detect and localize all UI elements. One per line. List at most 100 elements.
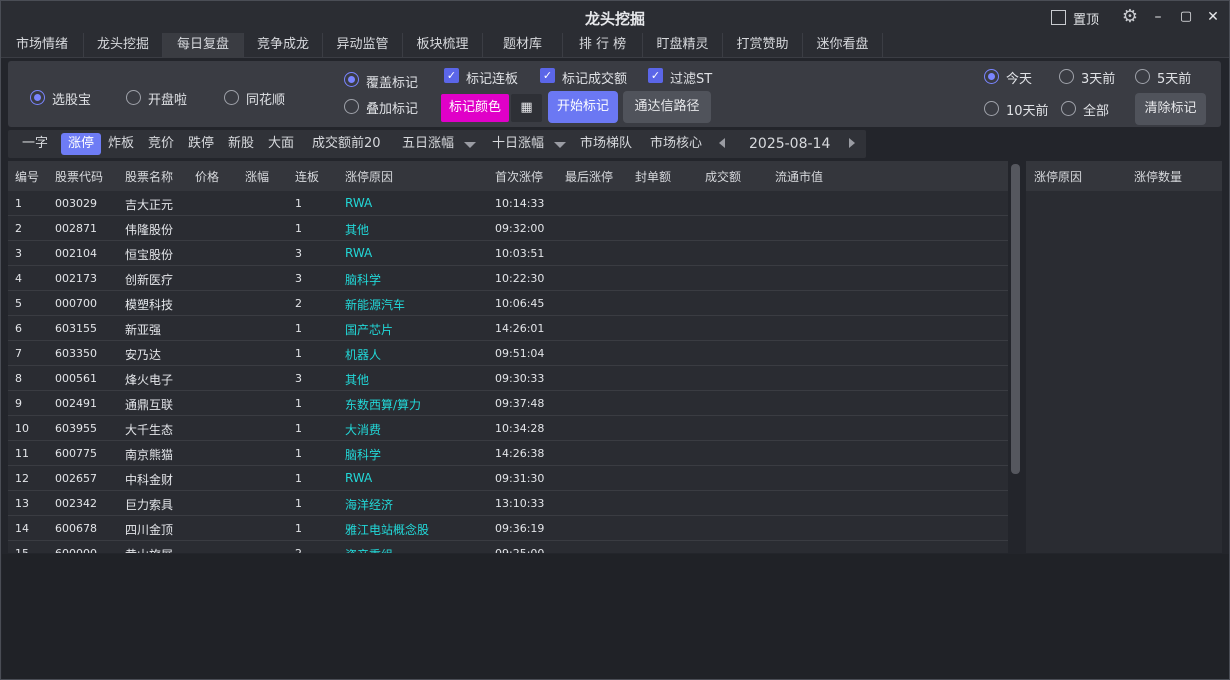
- pin-label[interactable]: 置顶: [1073, 9, 1099, 28]
- col-header-side-reason[interactable]: 涨停原因: [1034, 168, 1082, 185]
- filter-broken-board[interactable]: 炸板: [108, 130, 134, 158]
- table-row[interactable]: 4 002173 创新医疗 3 脑科学 10:22:30: [8, 266, 1008, 291]
- tab-theme-library[interactable]: 题材库: [483, 33, 563, 58]
- minimize-button[interactable]: –: [1149, 8, 1167, 26]
- chevron-down-icon[interactable]: [554, 142, 566, 148]
- radio-label-overwrite-mark[interactable]: 覆盖标记: [366, 72, 418, 91]
- tab-leader-mining[interactable]: 龙头挖掘: [84, 33, 163, 58]
- cell-boards: 1: [295, 397, 302, 410]
- checkbox-mark-turnover[interactable]: ✓: [540, 68, 555, 83]
- radio-label-xuangubao[interactable]: 选股宝: [52, 89, 91, 108]
- radio-range-10days[interactable]: [984, 101, 999, 116]
- tab-daily-review[interactable]: 每日复盘: [163, 33, 244, 58]
- col-header-float-cap[interactable]: 流通市值: [775, 168, 823, 185]
- col-header-seal-amount[interactable]: 封单额: [635, 168, 671, 185]
- table-row[interactable]: 15 600000 黄山旅展 2 资产重组 09:25:00: [8, 541, 1008, 553]
- filter-limit-down[interactable]: 跌停: [188, 130, 214, 158]
- table-scrollbar[interactable]: [1011, 164, 1020, 474]
- radio-label-stack-mark[interactable]: 叠加标记: [366, 98, 418, 117]
- radio-label-range-today[interactable]: 今天: [1006, 68, 1032, 87]
- filter-yizi[interactable]: 一字: [22, 130, 48, 158]
- tab-mini-view[interactable]: 迷你看盘: [803, 33, 883, 58]
- close-button[interactable]: ✕: [1204, 8, 1222, 26]
- table-row[interactable]: 1 003029 吉大正元 1 RWA 10:14:33: [8, 191, 1008, 216]
- table-row[interactable]: 2 002871 伟隆股份 1 其他 09:32:00: [8, 216, 1008, 241]
- filter-market-tier[interactable]: 市场梯队: [580, 130, 632, 158]
- maximize-button[interactable]: ▢: [1177, 8, 1195, 26]
- prev-date-arrow-icon[interactable]: [719, 138, 725, 148]
- filter-5day-gain[interactable]: 五日涨幅: [402, 130, 454, 158]
- table-row[interactable]: 14 600678 四川金顶 1 雅江电站概念股 09:36:19: [8, 516, 1008, 541]
- tab-donate[interactable]: 打赏赞助: [723, 33, 803, 58]
- col-header-code[interactable]: 股票代码: [55, 168, 103, 185]
- radio-label-range-10days[interactable]: 10天前: [1006, 100, 1049, 119]
- checkbox-label-mark-turnover[interactable]: 标记成交额: [562, 68, 627, 87]
- cell-code: 600775: [55, 447, 97, 460]
- col-header-change[interactable]: 涨幅: [245, 168, 269, 185]
- col-header-price[interactable]: 价格: [195, 168, 219, 185]
- tdx-path-button[interactable]: 通达信路径: [623, 91, 711, 123]
- filter-10day-gain[interactable]: 十日涨幅: [492, 130, 544, 158]
- radio-source-tonghuashun[interactable]: [224, 90, 239, 105]
- filter-big-loss[interactable]: 大面: [268, 130, 294, 158]
- cell-no: 11: [15, 447, 29, 460]
- radio-label-kaipanla[interactable]: 开盘啦: [148, 89, 187, 108]
- col-header-no[interactable]: 编号: [15, 168, 39, 185]
- filter-new-stock[interactable]: 新股: [228, 130, 254, 158]
- checkbox-mark-consecutive[interactable]: ✓: [444, 68, 459, 83]
- col-header-turnover[interactable]: 成交额: [705, 168, 741, 185]
- filter-top20-turnover[interactable]: 成交额前20: [312, 130, 381, 158]
- radio-range-all[interactable]: [1061, 101, 1076, 116]
- col-header-boards[interactable]: 连板: [295, 168, 319, 185]
- table-row[interactable]: 13 002342 巨力索具 1 海洋经济 13:10:33: [8, 491, 1008, 516]
- start-mark-button[interactable]: 开始标记: [548, 91, 618, 123]
- checkbox-label-filter-st[interactable]: 过滤ST: [670, 68, 712, 87]
- tab-sector-sorting[interactable]: 板块梳理: [403, 33, 483, 58]
- cell-first: 09:36:19: [495, 522, 545, 535]
- table-row[interactable]: 9 002491 通鼎互联 1 东数西算/算力 09:37:48: [8, 391, 1008, 416]
- radio-source-kaipanla[interactable]: [126, 90, 141, 105]
- calendar-icon[interactable]: ▦: [511, 94, 542, 122]
- filter-auction[interactable]: 竞价: [148, 130, 174, 158]
- table-row[interactable]: 7 603350 安乃达 1 机器人 09:51:04: [8, 341, 1008, 366]
- radio-label-tonghuashun[interactable]: 同花顺: [246, 89, 285, 108]
- clear-mark-button[interactable]: 清除标记: [1135, 93, 1206, 125]
- chevron-down-icon[interactable]: [464, 142, 476, 148]
- control-panel: 选股宝 开盘啦 同花顺 覆盖标记 叠加标记 ✓ 标记连板 ✓ 标记成交额 ✓ 过…: [8, 61, 1221, 127]
- col-header-side-count[interactable]: 涨停数量: [1134, 168, 1182, 185]
- tab-abnormal-monitor[interactable]: 异动监管: [323, 33, 403, 58]
- pin-checkbox[interactable]: [1051, 10, 1066, 25]
- radio-stack-mark[interactable]: [344, 99, 359, 114]
- col-header-reason[interactable]: 涨停原因: [345, 168, 393, 185]
- tab-compete-leader[interactable]: 竞争成龙: [244, 33, 323, 58]
- radio-source-xuangubao[interactable]: [30, 90, 45, 105]
- radio-range-3days[interactable]: [1059, 69, 1074, 84]
- radio-label-range-all[interactable]: 全部: [1083, 100, 1109, 119]
- col-header-last-limit[interactable]: 最后涨停: [565, 168, 613, 185]
- settings-gear-icon[interactable]: ⚙: [1120, 7, 1140, 27]
- radio-label-range-3days[interactable]: 3天前: [1081, 68, 1115, 87]
- tab-watch-genie[interactable]: 盯盘精灵: [643, 33, 723, 58]
- table-row[interactable]: 5 000700 模塑科技 2 新能源汽车 10:06:45: [8, 291, 1008, 316]
- checkbox-filter-st[interactable]: ✓: [648, 68, 663, 83]
- checkbox-label-mark-consecutive[interactable]: 标记连板: [466, 68, 518, 87]
- filter-limit-up[interactable]: 涨停: [61, 133, 101, 155]
- radio-range-5days[interactable]: [1135, 69, 1150, 84]
- col-header-first-limit[interactable]: 首次涨停: [495, 168, 543, 185]
- table-row[interactable]: 11 600775 南京熊猫 1 脑科学 14:26:38: [8, 441, 1008, 466]
- table-row[interactable]: 8 000561 烽火电子 3 其他 09:30:33: [8, 366, 1008, 391]
- radio-range-today[interactable]: [984, 69, 999, 84]
- filter-market-core[interactable]: 市场核心: [650, 130, 702, 158]
- tab-market-sentiment[interactable]: 市场情绪: [1, 33, 84, 58]
- mark-color-button[interactable]: 标记颜色: [441, 94, 509, 122]
- table-row[interactable]: 10 603955 大千生态 1 大消费 10:34:28: [8, 416, 1008, 441]
- cell-reason: 东数西算/算力: [345, 398, 422, 412]
- table-row[interactable]: 6 603155 新亚强 1 国产芯片 14:26:01: [8, 316, 1008, 341]
- radio-overwrite-mark[interactable]: [344, 72, 359, 87]
- tab-ranking[interactable]: 排 行 榜: [563, 33, 643, 58]
- col-header-name[interactable]: 股票名称: [125, 168, 173, 185]
- table-row[interactable]: 3 002104 恒宝股份 3 RWA 10:03:51: [8, 241, 1008, 266]
- table-row[interactable]: 12 002657 中科金财 1 RWA 09:31:30: [8, 466, 1008, 491]
- next-date-arrow-icon[interactable]: [849, 138, 855, 148]
- radio-label-range-5days[interactable]: 5天前: [1157, 68, 1191, 87]
